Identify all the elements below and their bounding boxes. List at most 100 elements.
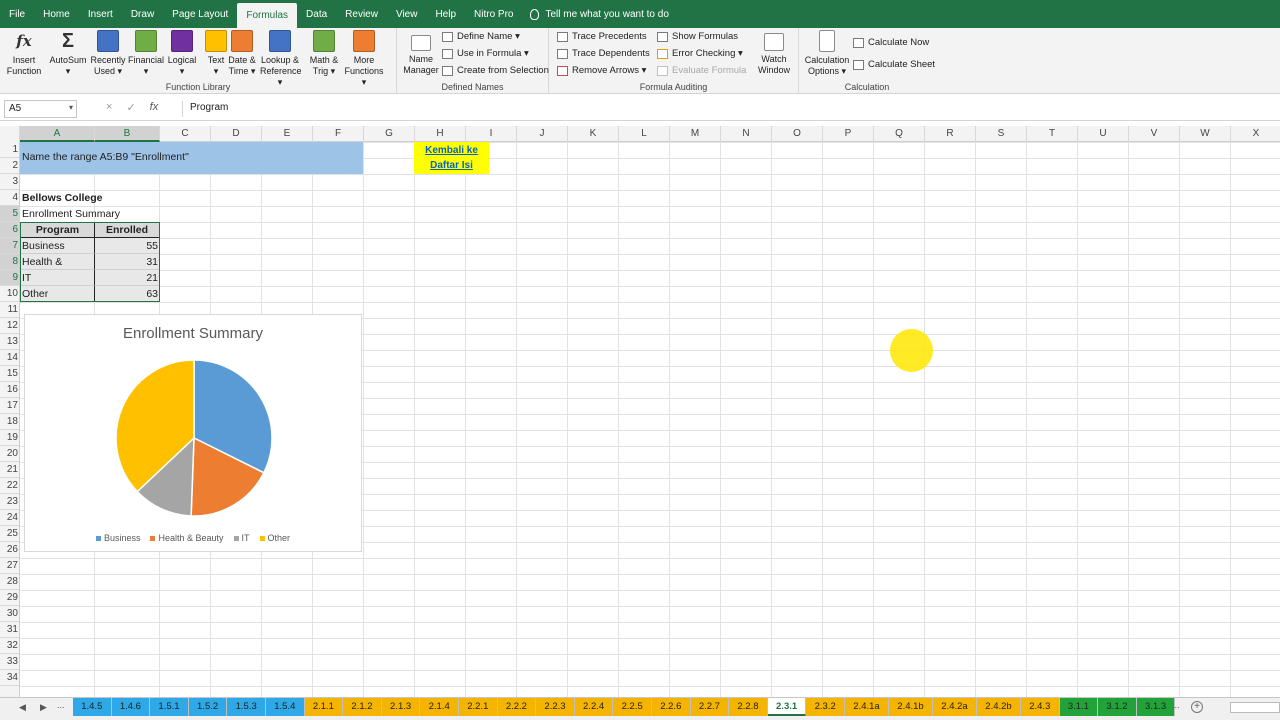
sheet-tab-2.4.2a[interactable]: 2.4.2a xyxy=(933,698,977,716)
sheet-tab-2.3.1[interactable]: 2.3.1 xyxy=(767,698,807,716)
enter-icon[interactable]: ✓ xyxy=(126,101,135,114)
row-header-23[interactable]: 23 xyxy=(0,494,19,510)
add-sheet-icon[interactable]: + xyxy=(1191,701,1203,713)
row-header-14[interactable]: 14 xyxy=(0,350,19,366)
menu-tab-insert[interactable]: Insert xyxy=(79,0,122,28)
column-header-M[interactable]: M xyxy=(670,126,721,142)
row-header-9[interactable]: 9 xyxy=(0,270,19,286)
row-header-15[interactable]: 15 xyxy=(0,366,19,382)
menu-tab-formulas[interactable]: Formulas xyxy=(237,3,298,28)
star-book-button[interactable]: Recently Used ▾ xyxy=(88,30,128,77)
row-header-13[interactable]: 13 xyxy=(0,334,19,350)
sigma-button[interactable]: Σ AutoSum ▾ xyxy=(48,30,88,77)
remove-arrows-button[interactable]: Remove Arrows ▾ xyxy=(557,65,646,76)
row-header-8[interactable]: 8 xyxy=(0,254,19,270)
formula-input[interactable]: Program xyxy=(190,102,228,113)
next-sheet-icon[interactable]: ▶ xyxy=(40,702,47,713)
row-header-5[interactable]: 5 xyxy=(0,206,19,222)
menu-tab-home[interactable]: Home xyxy=(34,0,79,28)
sheet-tab-2.4.1a[interactable]: 2.4.1a xyxy=(845,698,889,716)
column-header-B[interactable]: B xyxy=(95,126,160,142)
magnifier-book-button[interactable]: Lookup & Reference ▾ xyxy=(260,30,302,88)
sheet-tab-2.2.4[interactable]: 2.2.4 xyxy=(574,698,614,716)
column-header-K[interactable]: K xyxy=(568,126,619,142)
row-header-32[interactable]: 32 xyxy=(0,638,19,654)
row-header-18[interactable]: 18 xyxy=(0,414,19,430)
sheet-tab-2.1.2[interactable]: 2.1.2 xyxy=(343,698,382,716)
row-header-33[interactable]: 33 xyxy=(0,654,19,670)
column-header-N[interactable]: N xyxy=(721,126,772,142)
row-header-11[interactable]: 11 xyxy=(0,302,19,318)
prev-sheet-icon[interactable]: ◀ xyxy=(19,702,26,713)
column-header-J[interactable]: J xyxy=(517,126,568,142)
menu-tab-review[interactable]: Review xyxy=(336,0,387,28)
column-header-H[interactable]: H xyxy=(415,126,466,142)
show-formulas-button[interactable]: Show Formulas xyxy=(657,31,738,42)
error-checking-button[interactable]: Error Checking ▾ xyxy=(657,48,743,59)
sheet-tab-3.1.3[interactable]: 3.1.3 xyxy=(1136,698,1176,716)
legend-item[interactable]: Other xyxy=(259,533,290,543)
row-header-10[interactable]: 10 xyxy=(0,286,19,302)
column-header-P[interactable]: P xyxy=(823,126,874,142)
menu-tab-page-layout[interactable]: Page Layout xyxy=(163,0,237,28)
row-header-28[interactable]: 28 xyxy=(0,574,19,590)
row-header-1[interactable]: 1 xyxy=(0,142,19,158)
create-from-selection-button[interactable]: Create from Selection xyxy=(442,65,549,76)
row-header-12[interactable]: 12 xyxy=(0,318,19,334)
row-header-16[interactable]: 16 xyxy=(0,382,19,398)
row-header-25[interactable]: 25 xyxy=(0,526,19,542)
legend-item[interactable]: IT xyxy=(233,533,250,543)
sheet-tab-2.2.7[interactable]: 2.2.7 xyxy=(690,698,730,716)
horizontal-scrollbar[interactable] xyxy=(1230,702,1280,713)
sheet-tab-2.1.1[interactable]: 2.1.1 xyxy=(304,698,344,716)
legend-item[interactable]: Business xyxy=(95,533,140,543)
column-header-X[interactable]: X xyxy=(1231,126,1280,142)
sheet-tab-2.4.1b[interactable]: 2.4.1b xyxy=(889,698,933,716)
row-header-21[interactable]: 21 xyxy=(0,462,19,478)
sheet-tab-2.2.3[interactable]: 2.2.3 xyxy=(536,698,575,716)
row-header-6[interactable]: 6 xyxy=(0,222,19,238)
menu-tab-view[interactable]: View xyxy=(387,0,427,28)
sheet-tab-2.2.8[interactable]: 2.2.8 xyxy=(729,698,768,716)
column-header-F[interactable]: F xyxy=(313,126,364,142)
calendar-book-button[interactable]: Date & Time ▾ xyxy=(222,30,262,77)
column-header-A[interactable]: A xyxy=(20,126,95,142)
row-header-7[interactable]: 7 xyxy=(0,238,19,254)
define-name-button[interactable]: Define Name ▾ xyxy=(442,31,520,42)
sheet-tab-1.4.5[interactable]: 1.4.5 xyxy=(73,698,112,716)
sheet-tab-2.2.5[interactable]: 2.2.5 xyxy=(613,698,652,716)
tabs-ellipsis-left[interactable]: ... xyxy=(57,700,65,710)
cancel-icon[interactable]: × xyxy=(106,101,112,114)
sheet-tab-2.4.2b[interactable]: 2.4.2b xyxy=(977,698,1021,716)
column-header-R[interactable]: R xyxy=(925,126,976,142)
trace-precedents-button[interactable]: Trace Precedents xyxy=(557,31,647,42)
sheet-tab-2.1.4[interactable]: 2.1.4 xyxy=(420,698,459,716)
back-to-index-link[interactable]: Kembali ke Daftar Isi xyxy=(414,142,489,174)
row-header-27[interactable]: 27 xyxy=(0,558,19,574)
sheet-tab-1.5.4[interactable]: 1.5.4 xyxy=(266,698,305,716)
more-book-button[interactable]: More Functions ▾ xyxy=(344,30,384,88)
select-all-corner[interactable] xyxy=(0,126,20,142)
sheet-tab-2.3.2[interactable]: 2.3.2 xyxy=(806,698,845,716)
chevron-down-icon[interactable]: ▾ xyxy=(69,103,73,112)
watch-window-button[interactable]: Watch Window xyxy=(754,30,794,76)
column-header-L[interactable]: L xyxy=(619,126,670,142)
sheet-tab-2.1.3[interactable]: 2.1.3 xyxy=(381,698,421,716)
column-header-T[interactable]: T xyxy=(1027,126,1078,142)
column-header-W[interactable]: W xyxy=(1180,126,1231,142)
calculate-now-button[interactable]: Calculate Now xyxy=(853,37,929,48)
instruction-cell[interactable]: Name the range A5:B9 "Enrollment" xyxy=(20,142,363,174)
subtitle-cell[interactable]: Enrollment Summary xyxy=(20,206,120,222)
name-manager-button[interactable]: Name Manager xyxy=(401,30,441,76)
use-in-formula-button[interactable]: Use in Formula ▾ xyxy=(442,48,529,59)
row-header-30[interactable]: 30 xyxy=(0,606,19,622)
calculate-sheet-button[interactable]: Calculate Sheet xyxy=(853,59,935,70)
menu-tab-help[interactable]: Help xyxy=(426,0,465,28)
row-header-34[interactable]: 34 xyxy=(0,670,19,686)
sheet-tab-2.2.6[interactable]: 2.2.6 xyxy=(652,698,691,716)
column-header-S[interactable]: S xyxy=(976,126,1027,142)
pie-chart[interactable]: Enrollment Summary Business Health & Beau… xyxy=(24,314,362,552)
fx-button[interactable]: fx Insert Function xyxy=(4,30,44,77)
sheet-tab-3.1.1[interactable]: 3.1.1 xyxy=(1059,698,1099,716)
column-header-I[interactable]: I xyxy=(466,126,517,142)
